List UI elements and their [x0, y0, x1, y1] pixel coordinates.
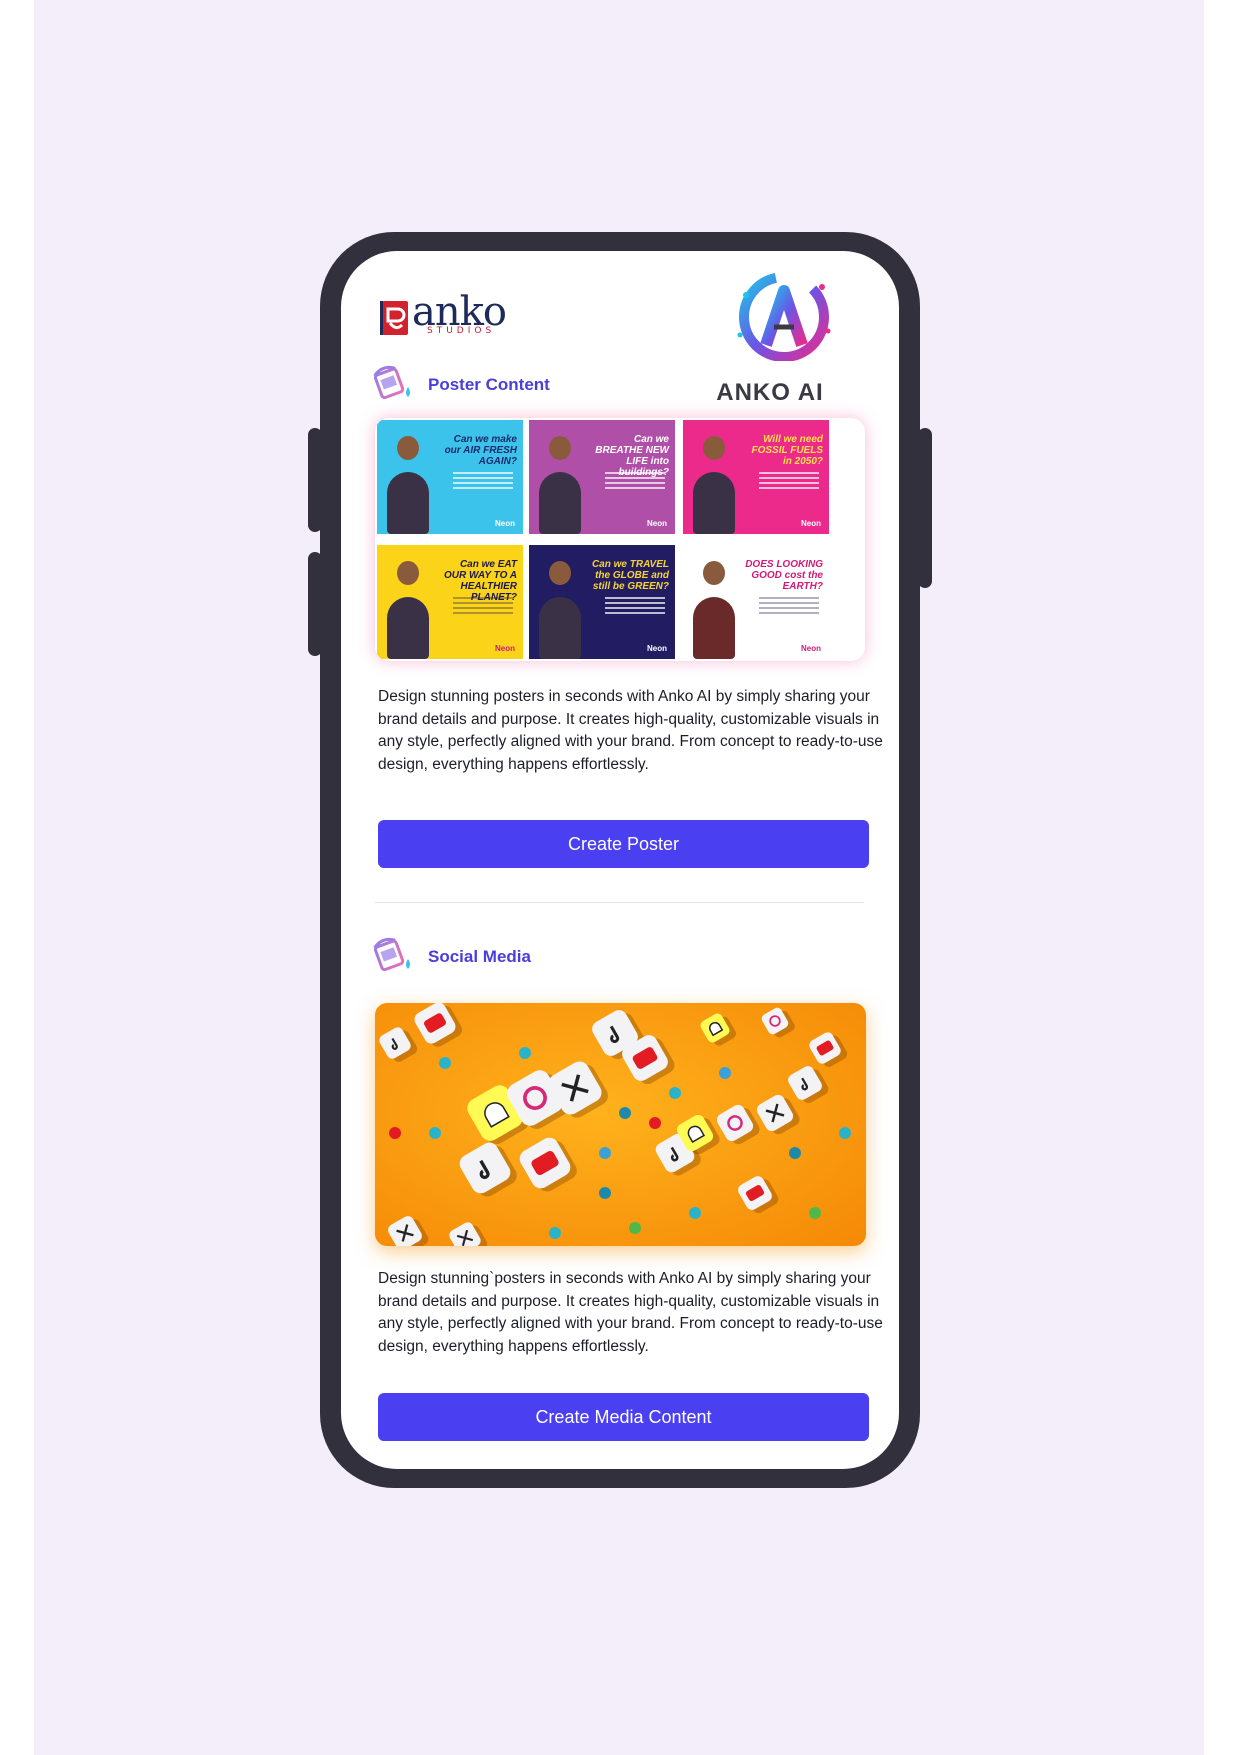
poster-body-lines — [605, 597, 665, 617]
poster-body-lines — [453, 597, 513, 617]
poster-brand-mark: Neon — [647, 644, 667, 653]
poster-person-figure — [387, 597, 429, 659]
poster-thumbnail[interactable]: Can we TRAVEL the GLOBE and still be GRE… — [529, 545, 675, 659]
decor-dot — [619, 1107, 631, 1119]
poster-person-head — [549, 436, 571, 460]
poster-brand-mark: Neon — [647, 519, 667, 528]
anko-ai-logo-icon — [737, 272, 831, 361]
decor-dot — [599, 1147, 611, 1159]
decor-dot — [429, 1127, 441, 1139]
decor-dot — [599, 1187, 611, 1199]
poster-brand-mark: Neon — [495, 519, 515, 528]
anko-ai-wordmark: ANKO AI — [716, 379, 824, 406]
poster-person-figure — [539, 597, 581, 659]
decor-dot — [629, 1222, 641, 1234]
poster-headline: Can we TRAVEL the GLOBE and still be GRE… — [591, 559, 669, 592]
poster-person-head — [703, 436, 725, 460]
poster-person-head — [397, 436, 419, 460]
poster-body-lines — [759, 597, 819, 617]
decor-dot — [519, 1047, 531, 1059]
poster-brand-mark: Neon — [801, 519, 821, 528]
poster-thumbnail[interactable]: Can we EAT OUR WAY TO A HEALTHIER PLANET… — [377, 545, 523, 659]
poster-thumbnail[interactable]: DOES LOOKING GOOD cost the EARTH? Neon — [683, 545, 829, 659]
poster-person-head — [397, 561, 419, 585]
poster-body-lines — [605, 472, 665, 492]
decor-dot — [719, 1067, 731, 1079]
decor-dot — [689, 1207, 701, 1219]
social-media-image[interactable] — [375, 1003, 866, 1246]
decor-dot — [809, 1207, 821, 1219]
phone-volume-down-button — [308, 552, 322, 656]
poster-person-figure — [387, 472, 429, 534]
create-media-content-button[interactable]: Create Media Content — [378, 1393, 869, 1441]
create-poster-button[interactable]: Create Poster — [378, 820, 869, 868]
poster-body-lines — [453, 472, 513, 492]
phone-screen: anko STUDIOS ANKO AI Poster Content Can … — [341, 251, 899, 1469]
social-section-header: Social Media — [372, 935, 672, 975]
poster-headline: Can we make our AIR FRESH AGAIN? — [444, 434, 517, 467]
decor-dot — [649, 1117, 661, 1129]
phone-power-button — [918, 428, 932, 588]
poster-person-head — [703, 561, 725, 585]
poster-body-lines — [759, 472, 819, 492]
poster-gallery[interactable]: Can we make our AIR FRESH AGAIN? Neon Can … — [375, 418, 865, 661]
poster-section-header: Poster Content — [372, 363, 672, 403]
poster-thumbnail[interactable]: Can we make our AIR FRESH AGAIN? Neon — [377, 420, 523, 534]
poster-brand-mark: Neon — [495, 644, 515, 653]
anko-studios-mark-icon — [380, 301, 408, 335]
decor-dot — [439, 1057, 451, 1069]
paint-bucket-icon — [373, 937, 410, 972]
section-divider — [374, 902, 864, 903]
anko-studios-logo: anko STUDIOS — [380, 289, 510, 339]
decor-dot — [389, 1127, 401, 1139]
poster-brand-mark: Neon — [801, 644, 821, 653]
decor-dot — [789, 1147, 801, 1159]
decor-dot — [669, 1087, 681, 1099]
decor-dot — [839, 1127, 851, 1139]
poster-description: Design stunning posters in seconds with … — [378, 688, 883, 773]
poster-thumbnail[interactable]: Can we BREATHE NEW LIFE into buildings?N… — [529, 420, 675, 534]
anko-studios-subtitle: STUDIOS — [427, 326, 496, 336]
social-section-title: Social Media — [428, 947, 531, 966]
paint-bucket-icon — [373, 365, 410, 400]
poster-person-figure — [693, 597, 735, 659]
poster-person-figure — [693, 472, 735, 534]
social-description: Design stunning`posters in seconds with … — [378, 1270, 883, 1355]
phone-volume-up-button — [308, 428, 322, 532]
social-icons-illustration — [375, 1003, 866, 1246]
decor-dot — [549, 1227, 561, 1239]
poster-person-head — [549, 561, 571, 585]
poster-headline: DOES LOOKING GOOD cost the EARTH? — [745, 559, 823, 592]
poster-person-figure — [539, 472, 581, 534]
poster-thumbnail[interactable]: Will we need FOSSIL FUELS in 2050? Neon — [683, 420, 829, 534]
poster-headline: Will we need FOSSIL FUELS in 2050? — [751, 434, 824, 467]
poster-section-title: Poster Content — [428, 375, 550, 394]
